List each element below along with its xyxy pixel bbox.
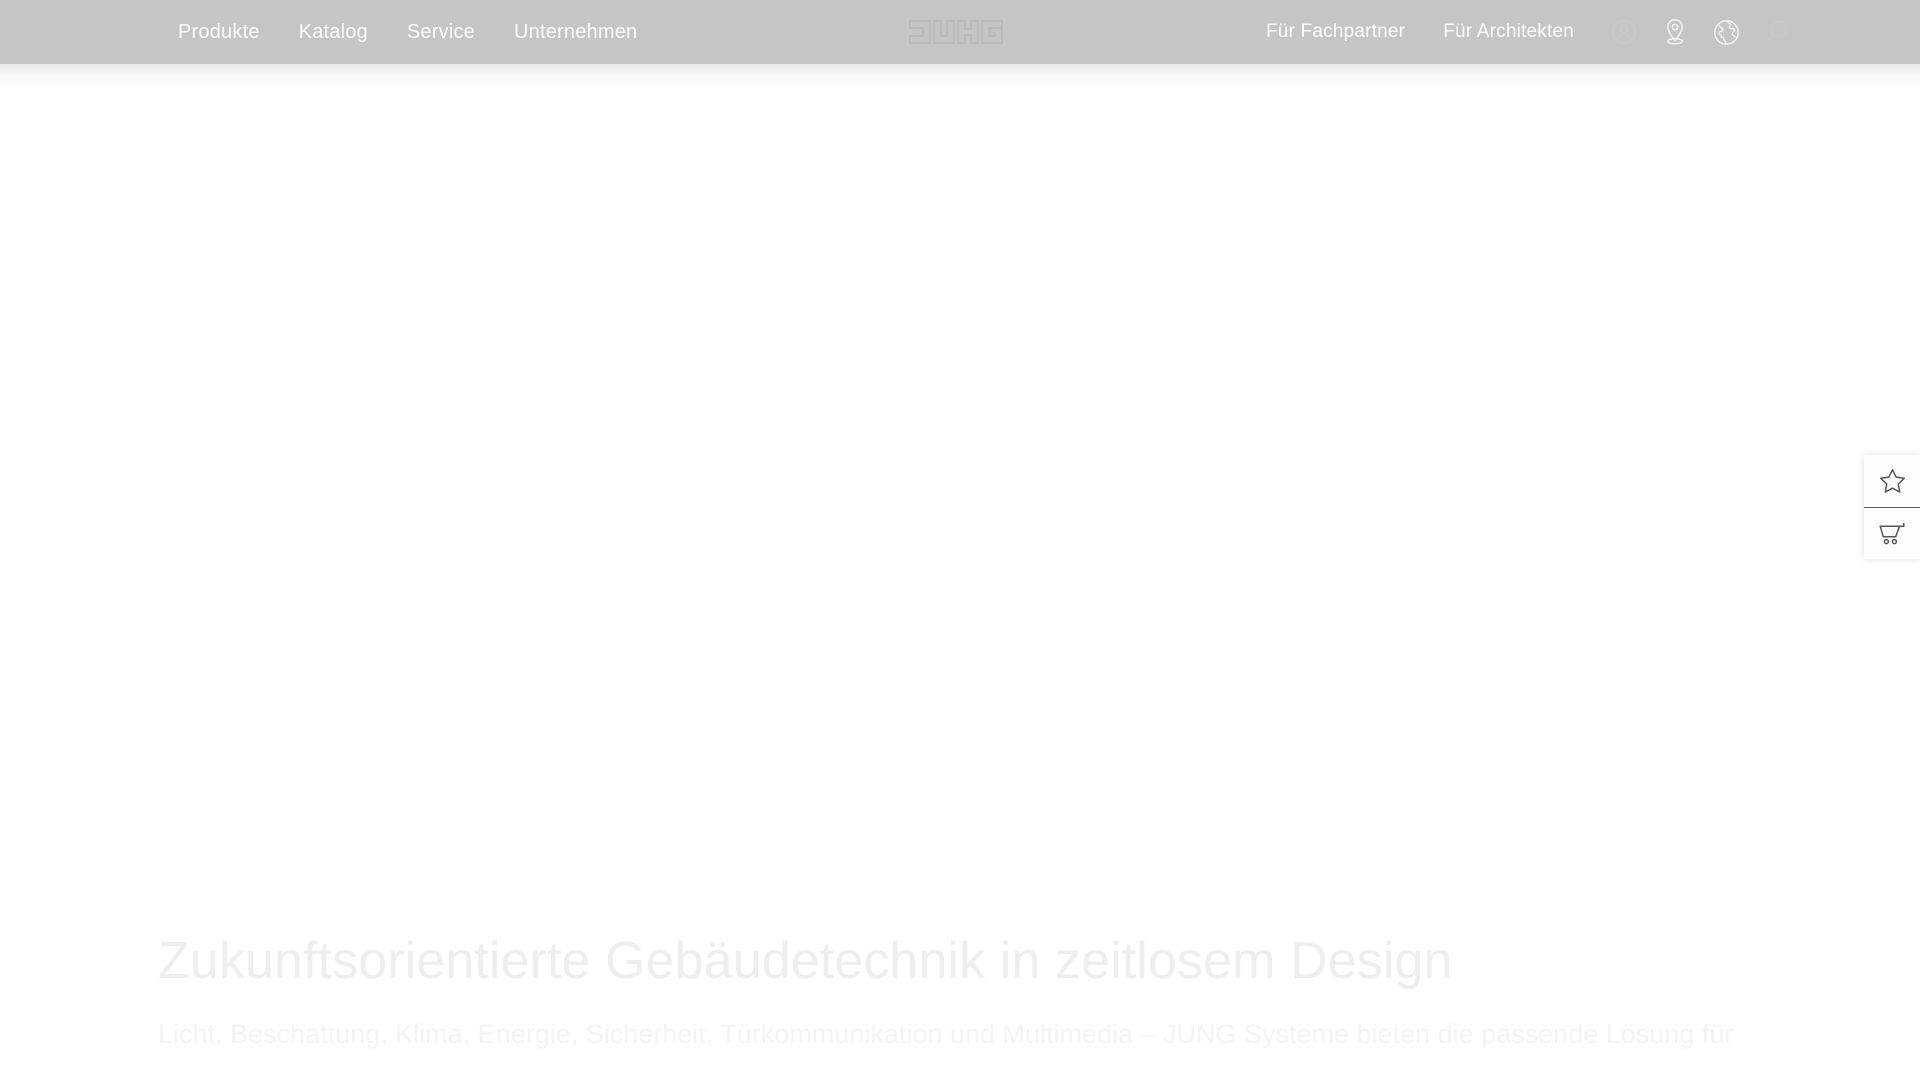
header-shadow-fade bbox=[0, 64, 1920, 90]
page-root: Produkte Katalog Service Unternehmen Für… bbox=[0, 0, 1920, 1080]
side-quick-actions bbox=[1864, 455, 1920, 559]
secondary-navigation: Für Fachpartner Für Architekten bbox=[1266, 0, 1574, 64]
nav-item-katalog[interactable]: Katalog bbox=[299, 0, 368, 64]
search-icon[interactable] bbox=[1762, 17, 1792, 47]
hero-text-block: Zukunftsorientierte Gebäudetechnik in ze… bbox=[158, 930, 1798, 1054]
favorites-icon bbox=[1879, 468, 1906, 494]
site-header: Produkte Katalog Service Unternehmen Für… bbox=[0, 0, 1920, 64]
location-pin-icon[interactable] bbox=[1660, 17, 1690, 47]
nav-item-produkte[interactable]: Produkte bbox=[178, 0, 260, 64]
nav-item-fuer-fachpartner[interactable]: Für Fachpartner bbox=[1266, 0, 1405, 64]
nav-item-service[interactable]: Service bbox=[407, 0, 475, 64]
jung-logo[interactable] bbox=[908, 19, 1012, 45]
primary-navigation: Produkte Katalog Service Unternehmen bbox=[178, 0, 637, 64]
account-icon[interactable] bbox=[1609, 17, 1639, 47]
cart-button[interactable] bbox=[1864, 507, 1920, 559]
globe-icon[interactable] bbox=[1711, 17, 1741, 47]
hero-subtitle: Licht, Beschattung, Klima, Energie, Sich… bbox=[158, 1019, 1734, 1049]
nav-item-unternehmen[interactable]: Unternehmen bbox=[514, 0, 637, 64]
nav-item-fuer-architekten[interactable]: Für Architekten bbox=[1443, 0, 1574, 64]
header-icon-group bbox=[1609, 0, 1792, 64]
jung-logo-mark bbox=[909, 20, 1003, 44]
hero-title: Zukunftsorientierte Gebäudetechnik in ze… bbox=[158, 932, 1453, 990]
favorites-button[interactable] bbox=[1864, 455, 1920, 507]
cart-icon bbox=[1878, 522, 1906, 546]
